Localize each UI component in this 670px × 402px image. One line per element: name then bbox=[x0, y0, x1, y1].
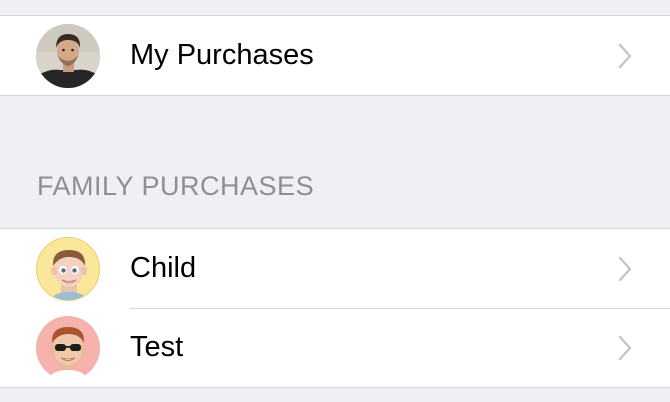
chevron-right-icon bbox=[618, 256, 632, 282]
memoji-child-icon bbox=[50, 250, 88, 300]
memoji-sunglasses-icon bbox=[48, 327, 88, 380]
my-purchases-group: My Purchases bbox=[0, 15, 670, 96]
family-member-label-test: Test bbox=[130, 331, 184, 363]
family-purchases-group: Child Test bbox=[0, 228, 670, 388]
family-purchases-header: FAMILY PURCHASES bbox=[37, 171, 315, 201]
memoji-sunglasses-avatar bbox=[36, 316, 100, 380]
chevron-right-icon bbox=[618, 43, 632, 69]
my-purchases-label: My Purchases bbox=[130, 39, 314, 71]
family-member-row-child[interactable]: Child bbox=[0, 229, 670, 308]
memoji-child-avatar bbox=[36, 237, 100, 301]
chevron-right-icon bbox=[618, 335, 632, 361]
my-purchases-row[interactable]: My Purchases bbox=[0, 16, 670, 95]
family-member-row-test[interactable]: Test bbox=[0, 308, 670, 387]
user-photo-avatar bbox=[36, 24, 100, 88]
family-member-label-child: Child bbox=[130, 252, 197, 284]
user-photo-icon bbox=[36, 24, 100, 88]
